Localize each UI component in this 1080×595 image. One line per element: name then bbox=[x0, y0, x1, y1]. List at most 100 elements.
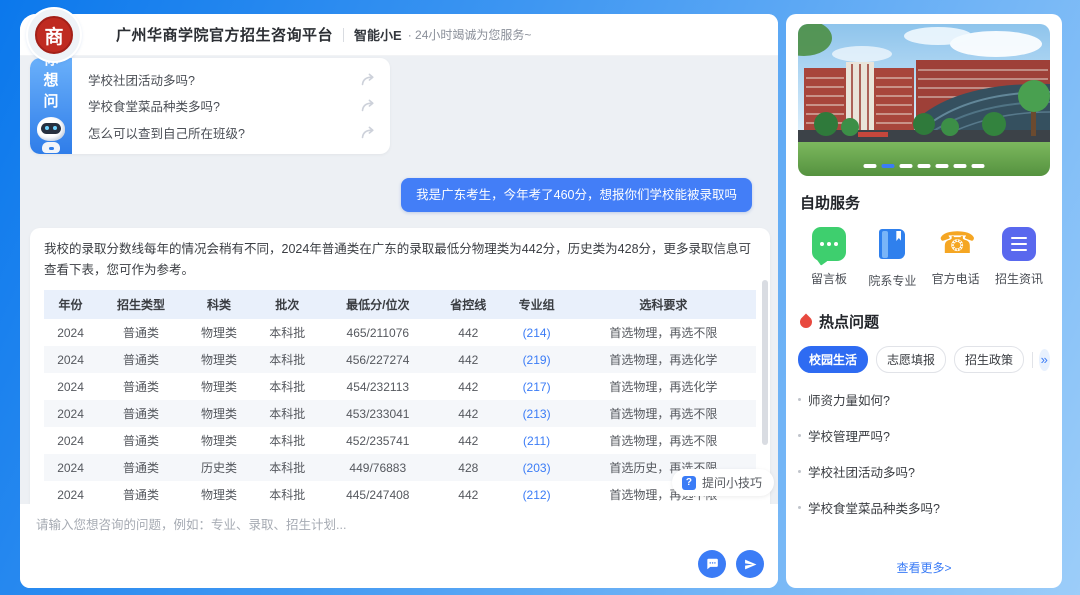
share-arrow-icon bbox=[361, 73, 376, 86]
table-cell: 454/232113 bbox=[321, 373, 434, 400]
hot-questions-title: 热点问题 bbox=[819, 311, 879, 332]
table-cell: 442 bbox=[434, 346, 502, 373]
table-cell: 本科批 bbox=[253, 427, 321, 454]
table-cell: 本科批 bbox=[253, 373, 321, 400]
service-message-board[interactable]: 留言板 bbox=[800, 227, 858, 289]
chat-scrollbar[interactable] bbox=[762, 280, 768, 445]
table-cell: 普通类 bbox=[97, 427, 185, 454]
hot-question-text: 师资力量如何? bbox=[808, 390, 890, 409]
hot-question[interactable]: 学校社团活动多吗? bbox=[798, 453, 1050, 489]
header-divider bbox=[343, 28, 344, 42]
hot-question[interactable]: 师资力量如何? bbox=[798, 381, 1050, 417]
service-news[interactable]: 招生资讯 bbox=[990, 227, 1048, 289]
table-cell: 2024 bbox=[44, 373, 97, 400]
question-tips-button[interactable]: ? 提问小技巧 bbox=[672, 469, 774, 496]
more-tabs-button[interactable]: » bbox=[1039, 349, 1050, 371]
major-group-link[interactable]: (219) bbox=[502, 346, 570, 373]
message-input[interactable] bbox=[34, 512, 764, 554]
major-group-link[interactable]: (211) bbox=[502, 427, 570, 454]
chat-panel: 商 广州华商学院官方招生咨询平台 智能小E · 24小时竭诚为您服务~ 猜你想问 bbox=[20, 14, 778, 588]
table-cell: 442 bbox=[434, 481, 502, 504]
service-departments[interactable]: 院系专业 bbox=[863, 227, 921, 289]
table-cell: 普通类 bbox=[97, 373, 185, 400]
page-background: 商 广州华商学院官方招生咨询平台 智能小E · 24小时竭诚为您服务~ 猜你想问 bbox=[0, 0, 1080, 595]
major-group-link[interactable]: (214) bbox=[502, 319, 570, 346]
admission-score-table: 年份招生类型科类批次最低分/位次省控线专业组选科要求 2024普通类物理类本科批… bbox=[44, 290, 756, 504]
table-header-cell: 最低分/位次 bbox=[321, 290, 434, 319]
suggested-question[interactable]: 怎么可以查到自己所在班级? bbox=[72, 123, 390, 142]
tab-policy[interactable]: 招生政策 bbox=[954, 346, 1024, 373]
services-row: 留言板 院系专业 ☎官方电话招生资讯 bbox=[798, 227, 1050, 289]
table-header-cell: 选科要求 bbox=[571, 290, 756, 319]
suggested-question-text: 学校食堂菜品种类多吗? bbox=[88, 96, 220, 115]
bot-name: 智能小E bbox=[354, 25, 402, 44]
table-header-cell: 省控线 bbox=[434, 290, 502, 319]
campus-photo-carousel[interactable] bbox=[798, 24, 1050, 176]
table-cell: 449/76883 bbox=[321, 454, 434, 481]
table-cell: 历史类 bbox=[185, 454, 253, 481]
carousel-dot[interactable] bbox=[864, 164, 877, 168]
school-logo-icon: 商 bbox=[28, 9, 80, 61]
table-cell: 442 bbox=[434, 400, 502, 427]
major-group-link[interactable]: (212) bbox=[502, 481, 570, 504]
table-cell: 首选物理，再选不限 bbox=[571, 319, 756, 346]
sidebar: 自助服务 留言板 院系专业 ☎官方电话招生资讯 热点问题 校园生活志愿填报招生政策 »… bbox=[786, 14, 1062, 588]
table-header-cell: 年份 bbox=[44, 290, 97, 319]
bot-reply-text: 我校的录取分数线每年的情况会稍有不同，2024年普通类在广东的录取最低分物理类为… bbox=[44, 239, 756, 281]
paper-plane-icon bbox=[744, 558, 757, 571]
carousel-dot[interactable] bbox=[972, 164, 985, 168]
input-actions bbox=[698, 550, 764, 578]
carousel-dot[interactable] bbox=[936, 164, 949, 168]
share-arrow-icon bbox=[361, 126, 376, 139]
table-cell: 442 bbox=[434, 373, 502, 400]
chat-area: 猜你想问 学校社团活动多吗? 学校食堂菜品种类多吗? 怎么可以查到自己所在班级? 我… bbox=[20, 56, 778, 504]
service-label: 留言板 bbox=[811, 270, 847, 287]
service-label: 官方电话 bbox=[932, 270, 980, 287]
hot-question-text: 学校社团活动多吗? bbox=[808, 462, 915, 481]
service-phone[interactable]: ☎官方电话 bbox=[927, 227, 985, 289]
services-title: 自助服务 bbox=[800, 192, 1048, 213]
departments-book-icon bbox=[875, 227, 909, 263]
table-row: 2024普通类物理类本科批453/233041442(213)首选物理，再选不限 bbox=[44, 400, 756, 427]
carousel-dot[interactable] bbox=[954, 164, 967, 168]
page-title: 广州华商学院官方招生咨询平台 bbox=[116, 24, 333, 45]
hot-question[interactable]: 学校食堂菜品种类多吗? bbox=[798, 489, 1050, 525]
guess-ask-label: 猜你想问 bbox=[43, 58, 59, 112]
hot-question-tabs: 校园生活志愿填报招生政策 » bbox=[798, 346, 1050, 373]
carousel-dot[interactable] bbox=[918, 164, 931, 168]
question-tips-label: 提问小技巧 bbox=[702, 474, 762, 491]
suggested-question[interactable]: 学校食堂菜品种类多吗? bbox=[72, 96, 390, 115]
chat-bubble-icon bbox=[705, 557, 719, 571]
table-row: 2024普通类物理类本科批465/211076442(214)首选物理，再选不限 bbox=[44, 319, 756, 346]
question-mark-icon: ? bbox=[682, 476, 696, 490]
robot-mascot-icon bbox=[36, 117, 66, 153]
table-cell: 普通类 bbox=[97, 400, 185, 427]
major-group-link[interactable]: (213) bbox=[502, 400, 570, 427]
hot-questions-header: 热点问题 bbox=[800, 311, 1048, 332]
hot-question[interactable]: 学校管理严吗? bbox=[798, 417, 1050, 453]
table-cell: 452/235741 bbox=[321, 427, 434, 454]
suggested-questions-card: 猜你想问 学校社团活动多吗? 学校食堂菜品种类多吗? 怎么可以查到自己所在班级? bbox=[30, 58, 390, 154]
major-group-link[interactable]: (203) bbox=[502, 454, 570, 481]
feedback-button[interactable] bbox=[698, 550, 726, 578]
tab-application[interactable]: 志愿填报 bbox=[876, 346, 946, 373]
major-group-link[interactable]: (217) bbox=[502, 373, 570, 400]
table-cell: 普通类 bbox=[97, 346, 185, 373]
table-cell: 普通类 bbox=[97, 454, 185, 481]
service-label: 院系专业 bbox=[868, 272, 916, 289]
tab-campus-life[interactable]: 校园生活 bbox=[798, 346, 868, 373]
carousel-dot[interactable] bbox=[900, 164, 913, 168]
table-cell: 442 bbox=[434, 319, 502, 346]
table-cell: 442 bbox=[434, 427, 502, 454]
view-more-link[interactable]: 查看更多> bbox=[786, 559, 1062, 576]
table-header-cell: 专业组 bbox=[502, 290, 570, 319]
table-cell: 本科批 bbox=[253, 481, 321, 504]
bullet-dot bbox=[798, 398, 801, 401]
table-cell: 首选物理，再选不限 bbox=[571, 400, 756, 427]
user-message-bubble: 我是广东考生，今年考了460分，想报你们学校能被录取吗 bbox=[401, 178, 752, 212]
suggested-question[interactable]: 学校社团活动多吗? bbox=[72, 70, 390, 89]
carousel-dot[interactable] bbox=[882, 164, 895, 168]
table-cell: 2024 bbox=[44, 427, 97, 454]
table-cell: 445/247408 bbox=[321, 481, 434, 504]
send-button[interactable] bbox=[736, 550, 764, 578]
